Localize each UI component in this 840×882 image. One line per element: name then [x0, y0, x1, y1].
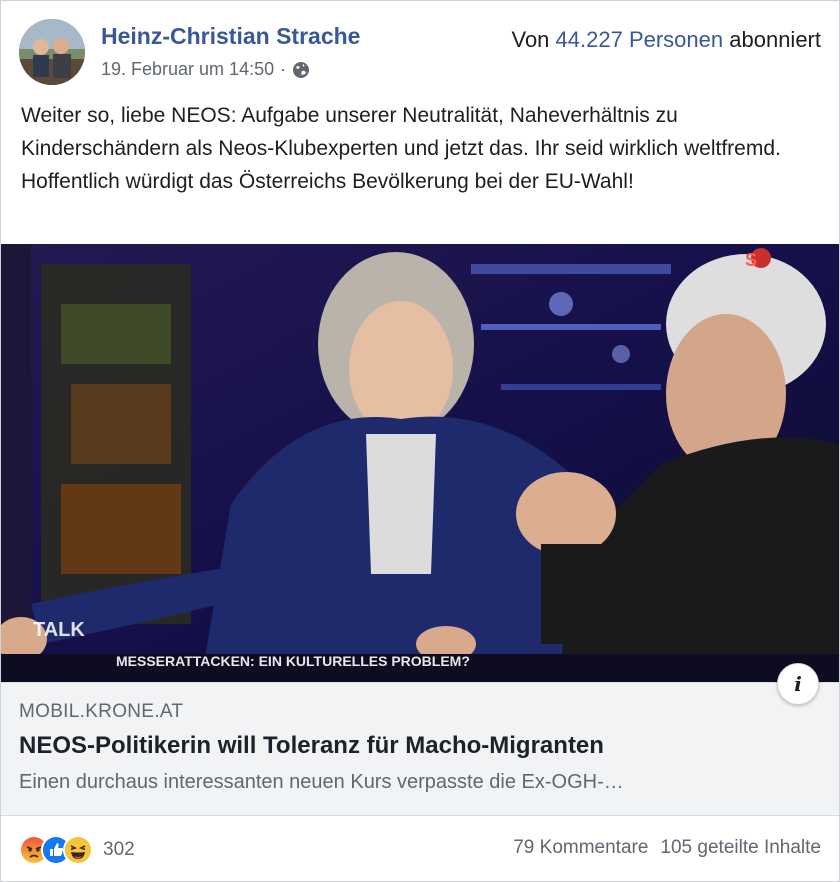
link-description: Einen durchaus interessanten neuen Kurs … — [19, 771, 624, 793]
haha-icon — [63, 835, 93, 865]
post-meta: 19. Februar um 14:50 · — [101, 59, 310, 80]
subscriber-count-link[interactable]: 44.227 Personen — [556, 27, 724, 52]
comments-link[interactable]: 79 Kommentare — [513, 837, 648, 859]
channel-logo: S — [745, 250, 757, 270]
globe-icon[interactable] — [292, 61, 310, 79]
post-text: Weiter so, liebe NEOS: Aufgabe unserer N… — [21, 104, 781, 193]
author-avatar[interactable] — [19, 19, 85, 85]
link-preview-image[interactable]: S TALK MESSERATTACKEN: EIN KULTURELLES P… — [1, 244, 839, 682]
reaction-summary[interactable]: 302 — [19, 835, 135, 865]
engagement-stats: 79 Kommentare 105 geteilte Inhalte — [513, 837, 821, 859]
post-header: Heinz-Christian Strache 19. Februar um 1… — [1, 1, 839, 93]
link-domain: MOBIL.KRONE.AT — [19, 701, 184, 722]
post-timestamp[interactable]: 19. Februar um 14:50 — [101, 59, 274, 80]
facebook-post: Heinz-Christian Strache 19. Februar um 1… — [0, 0, 840, 882]
subscribed-suffix: abonniert — [729, 27, 821, 52]
caption-tag: TALK — [33, 619, 85, 641]
caption-text: MESSERATTACKEN: EIN KULTURELLES PROBLEM? — [116, 653, 470, 669]
link-preview-card[interactable]: MOBIL.KRONE.AT NEOS-Politikerin will Tol… — [1, 682, 839, 816]
reaction-count[interactable]: 302 — [103, 839, 135, 861]
shares-link[interactable]: 105 geteilte Inhalte — [660, 837, 821, 859]
link-title[interactable]: NEOS-Politikerin will Toleranz für Macho… — [19, 732, 604, 760]
post-footer: 302 79 Kommentare 105 geteilte Inhalte — [1, 815, 839, 881]
info-icon[interactable]: i — [777, 663, 819, 705]
subscribed-prefix: Von — [511, 27, 550, 52]
meta-separator: · — [280, 59, 287, 79]
author-name[interactable]: Heinz-Christian Strache — [101, 23, 360, 50]
subscriber-info: Von 44.227 Personen abonniert — [511, 27, 821, 53]
